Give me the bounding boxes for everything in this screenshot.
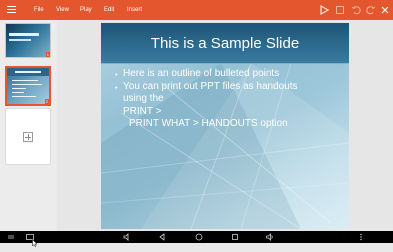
- bullet-continuation: PRINT WHAT > HANDOUTS option: [129, 118, 288, 129]
- bullet-continuation: PRINT >: [123, 105, 162, 117]
- home-icon[interactable]: [195, 233, 203, 241]
- play-icon[interactable]: [318, 4, 330, 16]
- slide-title[interactable]: This is a Sample Slide: [101, 35, 349, 52]
- add-slide-button[interactable]: [5, 108, 51, 165]
- menu-file[interactable]: File: [34, 7, 44, 14]
- thumbnail-title-bar: [9, 33, 39, 36]
- thumbnail-subtitle-bar: [9, 39, 31, 41]
- plus-icon: [23, 132, 33, 142]
- undo-icon[interactable]: [350, 4, 362, 16]
- thumbnail-bullet: [12, 84, 42, 85]
- keyboard-icon[interactable]: [7, 233, 15, 241]
- slide-bullet-list[interactable]: • Here is an outline of bulleted points •…: [115, 68, 347, 131]
- menu-insert[interactable]: Insert: [127, 7, 142, 14]
- app-toolbar: File View Play Edit Insert: [0, 0, 393, 20]
- menu-icon[interactable]: [7, 6, 16, 14]
- thumbnail-bullet: [12, 88, 26, 89]
- menu-edit[interactable]: Edit: [104, 7, 114, 14]
- back-icon[interactable]: [158, 233, 166, 241]
- slide-title-bar: This is a Sample Slide: [101, 23, 349, 64]
- thumbnail-number: 1: [45, 52, 50, 57]
- slide-thumbnail-1[interactable]: 1: [5, 23, 51, 58]
- close-icon[interactable]: [379, 4, 391, 16]
- thumbnail-bullet: [12, 80, 38, 81]
- recents-icon[interactable]: [231, 233, 239, 241]
- thumbnail-header: [7, 68, 49, 76]
- bullet-item: • You can print out PPT files as handouts: [115, 80, 298, 92]
- thumbnail-bullet: [12, 92, 24, 93]
- more-icon[interactable]: [357, 233, 365, 241]
- volume-down-icon[interactable]: [123, 233, 131, 241]
- redo-icon[interactable]: [365, 4, 377, 16]
- slide-thumbnail-panel: 1 2: [0, 20, 56, 231]
- thumbnail-bullet: [12, 96, 36, 97]
- mouse-cursor-icon: [32, 234, 38, 247]
- volume-up-icon[interactable]: [266, 233, 274, 241]
- slide-thumbnail-2[interactable]: 2: [5, 66, 51, 106]
- system-navigation-bar: [0, 231, 393, 243]
- save-icon[interactable]: [334, 4, 346, 16]
- bullet-item: • Here is an outline of bulleted points: [115, 68, 280, 79]
- menu-play[interactable]: Play: [80, 7, 92, 14]
- bullet-continuation: using the: [123, 93, 164, 104]
- menu-view[interactable]: View: [56, 7, 69, 14]
- thumbnail-number: 2: [44, 99, 49, 104]
- slide-canvas[interactable]: This is a Sample Slide • Here is an outli…: [101, 23, 349, 229]
